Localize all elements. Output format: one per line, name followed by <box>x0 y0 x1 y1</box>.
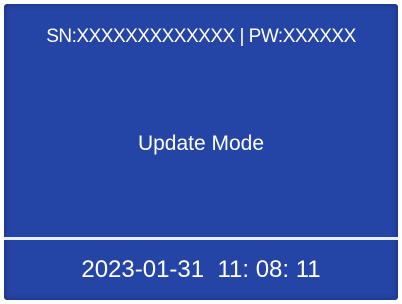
serial-password-label: SN:XXXXXXXXXXXXX | PW:XXXXXX <box>46 26 356 47</box>
device-display: SN:XXXXXXXXXXXXX | PW:XXXXXX Update Mode… <box>4 4 398 300</box>
datetime-display: 2023-01-31 11: 08: 11 <box>81 256 321 283</box>
mode-status-text: Update Mode <box>137 132 265 155</box>
divider-line <box>4 237 398 240</box>
